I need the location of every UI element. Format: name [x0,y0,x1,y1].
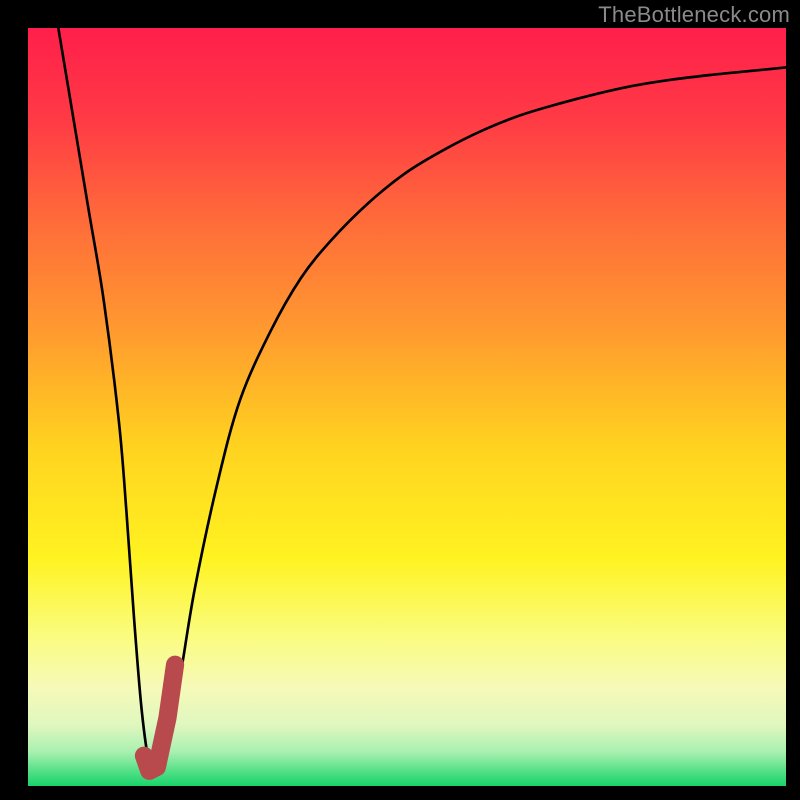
watermark-text: TheBottleneck.com [598,2,790,28]
chart-frame: TheBottleneck.com [0,0,800,800]
curve-layer [28,28,786,786]
highlight-marker [144,665,175,771]
plot-area [28,28,786,786]
